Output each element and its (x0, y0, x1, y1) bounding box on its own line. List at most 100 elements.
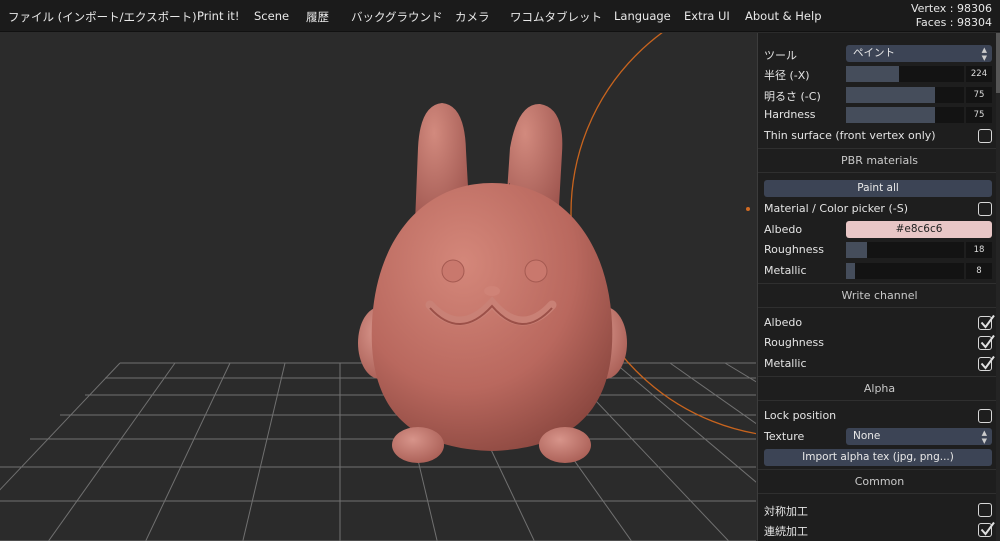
menu-language[interactable]: Language (614, 9, 671, 23)
divider (758, 283, 1000, 284)
intensity-label: 明るさ (-C) (764, 90, 821, 103)
texture-label: Texture (764, 430, 805, 443)
texture-select-value: None (853, 430, 881, 442)
write-albedo-row: Albedo (758, 313, 1000, 333)
hardness-slider-fill (846, 107, 935, 123)
checkmark-icon (980, 355, 995, 370)
albedo-label: Albedo (764, 223, 803, 236)
metallic-row: Metallic 8 (758, 261, 1000, 281)
texture-select[interactable]: None ▲ ▼ (846, 428, 992, 445)
color-picker-label: Material / Color picker (-S) (764, 202, 908, 215)
tool-select-value: ペイント (853, 47, 895, 59)
common-section-title: Common (854, 475, 905, 488)
checkmark-icon (980, 334, 995, 349)
continuous-checkbox[interactable] (978, 521, 995, 537)
radius-row: 半径 (-X) 224 (758, 64, 1000, 84)
menu-scene[interactable]: Scene (254, 9, 289, 23)
vertex-count: Vertex : 98306 (910, 2, 992, 15)
menu-print[interactable]: Print it! (197, 9, 239, 23)
symmetry-label: 対称加工 (764, 505, 808, 518)
color-picker-row: Material / Color picker (-S) (758, 199, 1000, 219)
albedo-row: Albedo #e8c6c6 (758, 220, 1000, 240)
hardness-label: Hardness (764, 108, 816, 121)
intensity-value[interactable]: 75 (966, 87, 992, 103)
write-albedo-label: Albedo (764, 316, 803, 329)
metallic-slider[interactable] (846, 263, 964, 279)
intensity-row: 明るさ (-C) 75 (758, 85, 1000, 105)
albedo-color-field[interactable]: #e8c6c6 (846, 221, 992, 238)
menu-about-help[interactable]: About & Help (745, 9, 822, 23)
side-panel: ツール ペイント ▲ ▼ 半径 (-X) 224 明るさ (-C) 75 Hard… (757, 33, 1000, 541)
panel-scrollbar[interactable] (996, 33, 1000, 541)
intensity-slider-fill (846, 87, 935, 103)
write-metallic-label: Metallic (764, 357, 807, 370)
thin-surface-label: Thin surface (front vertex only) (764, 129, 936, 142)
write-metallic-row: Metallic (758, 354, 1000, 374)
menu-camera[interactable]: カメラ (455, 9, 490, 25)
continuous-label: 連続加工 (764, 525, 808, 538)
radius-slider-fill (846, 66, 899, 82)
texture-row: Texture None ▲ ▼ (758, 427, 1000, 447)
hardness-value[interactable]: 75 (966, 107, 992, 123)
write-roughness-row: Roughness (758, 333, 1000, 353)
menu-background[interactable]: バックグラウンド (351, 9, 443, 25)
write-roughness-checkbox[interactable] (978, 334, 995, 350)
divider (758, 172, 1000, 173)
tool-label: ツール (764, 49, 797, 62)
symmetry-row: 対称加工 (758, 500, 1000, 520)
bunny-model (358, 103, 627, 463)
divider (758, 307, 1000, 308)
metallic-value[interactable]: 8 (966, 263, 992, 279)
alpha-section-title: Alpha (863, 382, 896, 395)
divider (758, 400, 1000, 401)
brush-center-dot (746, 207, 750, 211)
pbr-section-title: PBR materials (841, 154, 918, 167)
divider (758, 148, 1000, 149)
faces-count: Faces : 98304 (915, 16, 992, 29)
radius-slider[interactable] (846, 66, 964, 82)
checkmark-icon (980, 314, 995, 329)
radius-value[interactable]: 224 (966, 66, 992, 82)
metallic-label: Metallic (764, 264, 807, 277)
hardness-row: Hardness 75 (758, 105, 1000, 125)
intensity-slider[interactable] (846, 87, 964, 103)
paint-all-button[interactable]: Paint all (764, 180, 992, 197)
select-arrows-icon: ▲ ▼ (981, 46, 987, 62)
tool-select[interactable]: ペイント ▲ ▼ (846, 45, 992, 62)
lock-position-label: Lock position (764, 409, 837, 422)
menu-extra-ui[interactable]: Extra UI (684, 9, 730, 23)
lock-position-checkbox[interactable] (978, 409, 992, 423)
menu-bar: ファイル (インポート/エクスポート) Print it! Scene 履歴 バ… (0, 0, 1000, 32)
menu-history[interactable]: 履歴 (306, 9, 329, 25)
divider (758, 376, 1000, 377)
lock-position-row: Lock position (758, 406, 1000, 426)
panel-scrollbar-thumb[interactable] (996, 33, 1000, 93)
import-alpha-button[interactable]: Import alpha tex (jpg, png...) (764, 449, 992, 466)
menu-wacom[interactable]: ワコムタブレット (510, 9, 602, 25)
write-metallic-checkbox[interactable] (978, 355, 995, 371)
3d-viewport[interactable] (0, 33, 756, 541)
select-arrows-icon: ▲ ▼ (981, 429, 987, 445)
checkmark-icon (980, 521, 995, 536)
scene-canvas (0, 33, 756, 541)
roughness-slider-fill (846, 242, 868, 258)
write-channel-section-title: Write channel (841, 289, 918, 302)
color-picker-checkbox[interactable] (978, 202, 992, 216)
metallic-slider-fill (846, 263, 856, 279)
continuous-row: 連続加工 (758, 520, 1000, 540)
thin-surface-checkbox[interactable] (978, 129, 992, 143)
divider (758, 493, 1000, 494)
roughness-row: Roughness 18 (758, 240, 1000, 260)
menu-file[interactable]: ファイル (インポート/エクスポート) (8, 9, 197, 25)
roughness-slider[interactable] (846, 242, 964, 258)
radius-label: 半径 (-X) (764, 69, 810, 82)
write-roughness-label: Roughness (764, 336, 825, 349)
floor-grid (0, 362, 756, 541)
roughness-label: Roughness (764, 243, 825, 256)
divider (758, 469, 1000, 470)
hardness-slider[interactable] (846, 107, 964, 123)
symmetry-checkbox[interactable] (978, 503, 992, 517)
roughness-value[interactable]: 18 (966, 242, 992, 258)
write-albedo-checkbox[interactable] (978, 314, 995, 330)
tool-row: ツール ペイント ▲ ▼ (758, 44, 1000, 64)
